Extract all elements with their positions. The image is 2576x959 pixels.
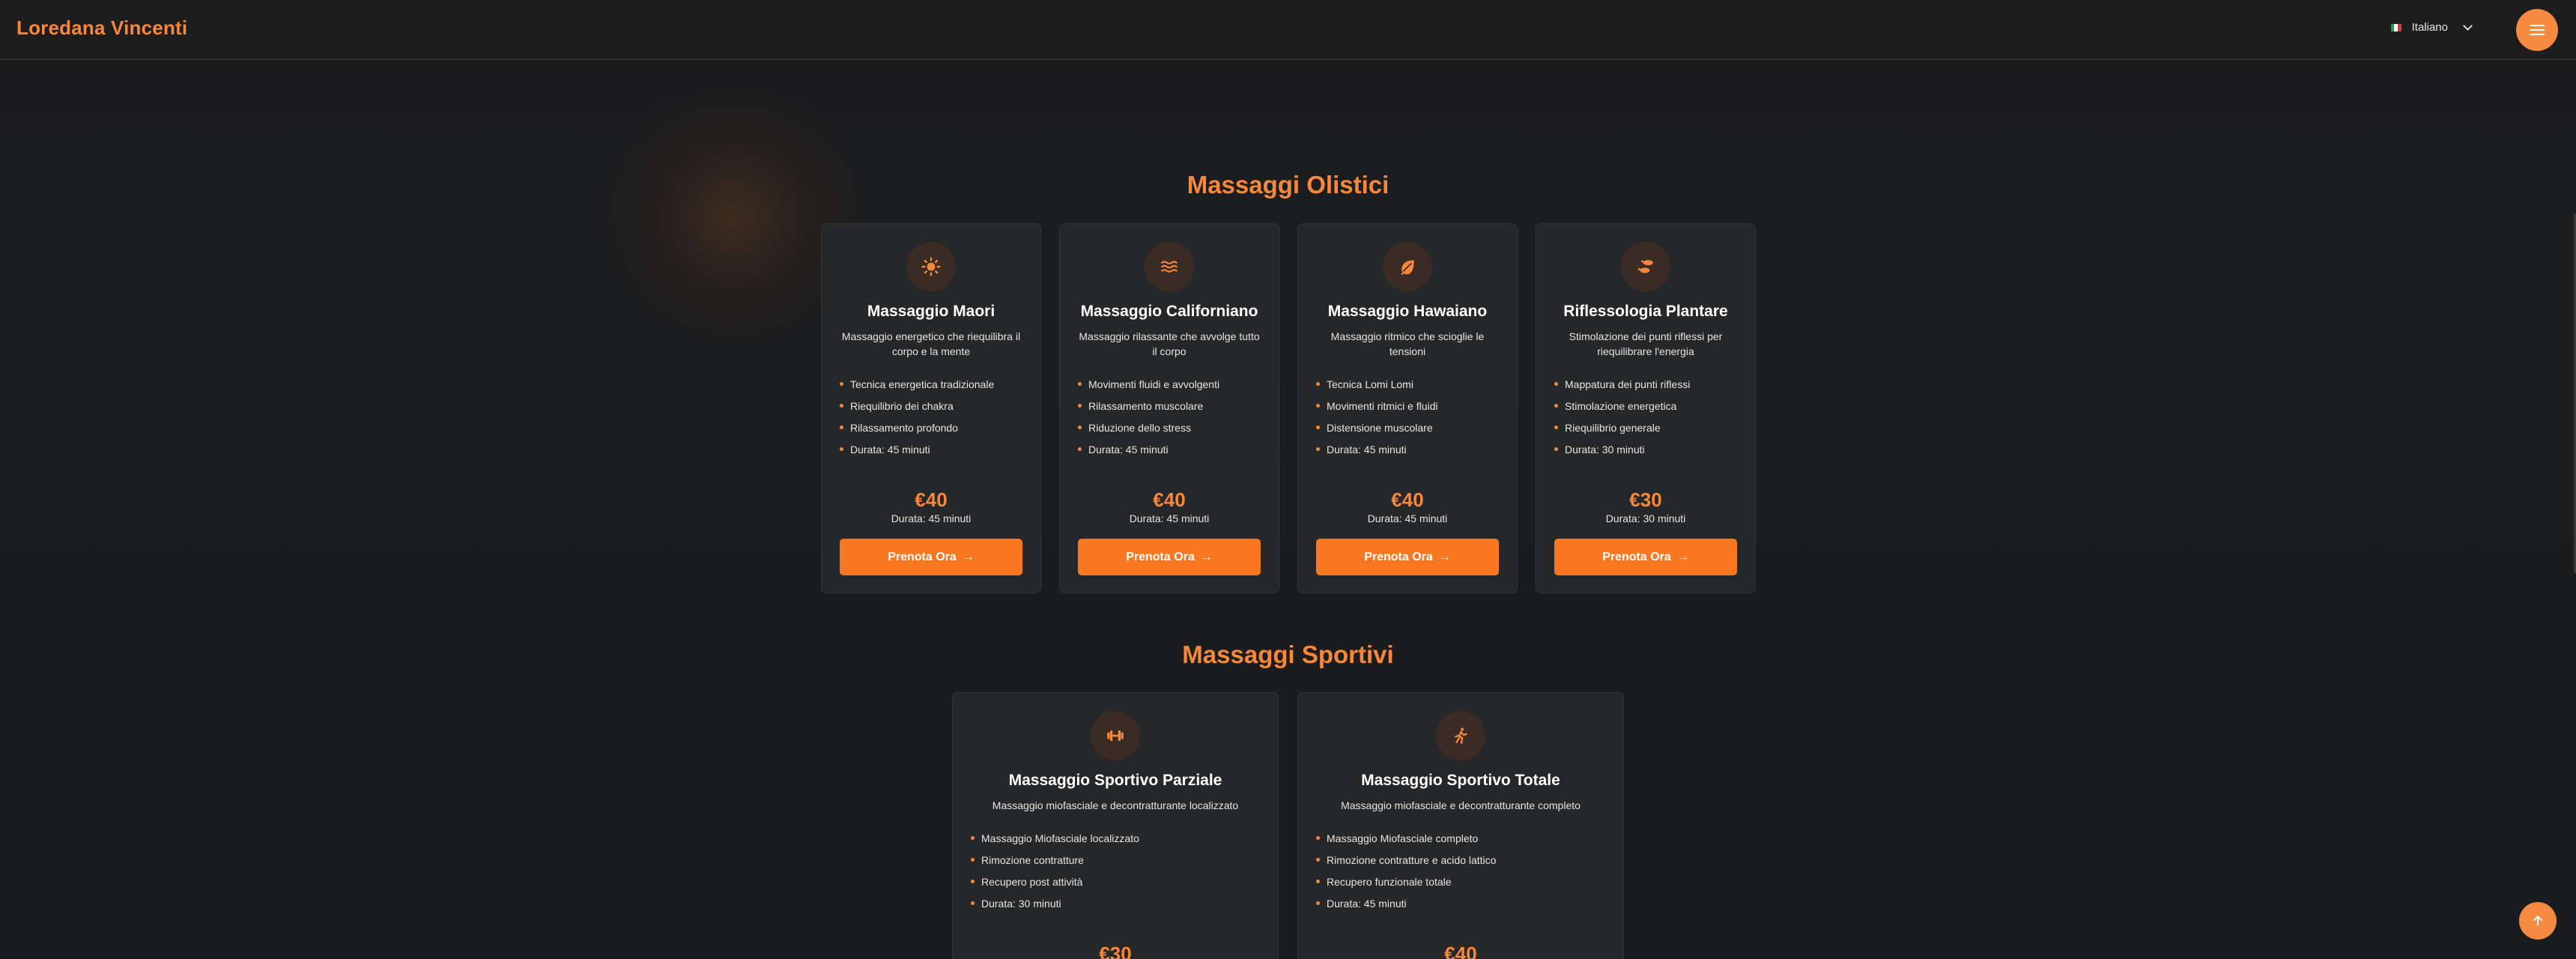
arrow-up-icon — [2533, 916, 2542, 926]
footprints-icon — [1621, 242, 1670, 291]
book-now-label: Prenota Ora — [1364, 550, 1433, 563]
feature-item: Massaggio Miofasciale completo — [1316, 832, 1611, 854]
card-description: Massaggio rilassante che avvolge tutto i… — [1079, 330, 1260, 357]
card-description: Stimolazione dei punti riflessi per rieq… — [1569, 330, 1723, 357]
feature-list: Tecnica energetica tradizionale Riequili… — [840, 378, 1028, 465]
card-duration: Durata: 45 minuti — [1129, 512, 1210, 524]
card-description: Massaggio ritmico che scioglie le tensio… — [1330, 330, 1485, 357]
service-card: Massaggio Maori Massaggio energetico che… — [821, 223, 1041, 593]
card-description: Massaggio miofasciale e decontratturante… — [1341, 799, 1581, 811]
hamburger-icon-line — [2530, 29, 2545, 31]
dumbbell-icon — [1091, 711, 1140, 760]
water-icon — [1145, 242, 1194, 291]
feature-item: Movimenti ritmici e fluidi — [1316, 400, 1505, 422]
section-title-sportivi: Massaggi Sportivi — [1182, 641, 1394, 668]
card-price: €40 — [1391, 488, 1424, 511]
site-header: Loredana Vincenti Italiano — [0, 0, 2576, 60]
card-title: Massaggio Sportivo Totale — [1361, 772, 1560, 789]
feature-list: Massaggio Miofasciale localizzato Rimozi… — [971, 832, 1266, 919]
sun-icon — [906, 242, 956, 291]
card-price: €30 — [1099, 943, 1132, 959]
book-now-button[interactable]: Prenota Ora → — [1554, 539, 1737, 575]
hamburger-icon — [2530, 25, 2545, 26]
book-now-button[interactable]: Prenota Ora → — [1078, 539, 1261, 575]
card-price: €40 — [915, 488, 948, 511]
book-now-label: Prenota Ora — [1126, 550, 1195, 563]
menu-button[interactable] — [2516, 9, 2558, 51]
brand-logo[interactable]: Loredana Vincenti — [16, 16, 187, 40]
card-price: €30 — [1629, 488, 1662, 511]
card-title: Massaggio Sportivo Parziale — [1008, 772, 1222, 789]
card-title: Massaggio Californiano — [1080, 303, 1258, 320]
book-now-button[interactable]: Prenota Ora → — [840, 539, 1022, 575]
language-label: Italiano — [2411, 21, 2448, 34]
feature-item: Recupero post attività — [971, 876, 1266, 898]
language-selector[interactable]: Italiano — [2390, 20, 2473, 34]
feature-item: Movimenti fluidi e avvolgenti — [1078, 378, 1267, 400]
feature-item: Durata: 45 minuti — [1316, 444, 1505, 465]
feature-item: Mappatura dei punti riflessi — [1554, 378, 1743, 400]
service-card: Massaggio Sportivo Totale Massaggio miof… — [1297, 692, 1624, 959]
card-price: €40 — [1153, 488, 1186, 511]
page: Loredana Vincenti Italiano Massaggi Olis… — [0, 0, 2576, 959]
feature-item: Durata: 45 minuti — [840, 444, 1028, 465]
book-now-button[interactable]: Prenota Ora → — [1316, 539, 1499, 575]
chevron-down-icon — [2463, 20, 2473, 31]
book-now-label: Prenota Ora — [1602, 550, 1671, 563]
leaf-icon — [1383, 242, 1432, 291]
feature-item: Massaggio Miofasciale localizzato — [971, 832, 1266, 854]
card-title: Riflessologia Plantare — [1563, 303, 1728, 320]
feature-item: Rilassamento profondo — [840, 422, 1028, 444]
scroll-to-top-button[interactable] — [2519, 902, 2557, 940]
arrow-right-icon: → — [1676, 550, 1689, 563]
card-duration: Durata: 30 minuti — [1605, 512, 1686, 524]
feature-item: Riduzione dello stress — [1078, 422, 1267, 444]
feature-item: Durata: 45 minuti — [1316, 898, 1611, 919]
italy-flag-icon — [2390, 23, 2401, 31]
arrow-right-icon: → — [962, 550, 975, 563]
feature-item: Recupero funzionale totale — [1316, 876, 1611, 898]
feature-item: Rimozione contratture — [971, 854, 1266, 876]
service-card: Riflessologia Plantare Stimolazione dei … — [1536, 223, 1756, 593]
service-card: Massaggio Californiano Massaggio rilassa… — [1059, 223, 1279, 593]
feature-item: Riequilibrio generale — [1554, 422, 1743, 444]
feature-item: Riequilibrio dei chakra — [840, 400, 1028, 422]
feature-item: Durata: 30 minuti — [1554, 444, 1743, 465]
feature-item: Durata: 45 minuti — [1078, 444, 1267, 465]
runner-icon — [1436, 711, 1485, 760]
feature-item: Tecnica Lomi Lomi — [1316, 378, 1505, 400]
feature-item: Stimolazione energetica — [1554, 400, 1743, 422]
arrow-right-icon: → — [1438, 550, 1451, 563]
feature-item: Rimozione contratture e acido lattico — [1316, 854, 1611, 876]
card-duration: Durata: 45 minuti — [1367, 512, 1448, 524]
service-card: Massaggio Hawaiano Massaggio ritmico che… — [1297, 223, 1518, 593]
card-description: Massaggio energetico che riequilibra il … — [841, 330, 1021, 357]
feature-item: Rilassamento muscolare — [1078, 400, 1267, 422]
card-title: Massaggio Maori — [867, 303, 995, 320]
arrow-right-icon: → — [1200, 550, 1213, 563]
service-card: Massaggio Sportivo Parziale Massaggio mi… — [952, 692, 1279, 959]
card-title: Massaggio Hawaiano — [1327, 303, 1488, 320]
section-title-olistici: Massaggi Olistici — [1187, 171, 1389, 199]
hamburger-icon-line — [2530, 34, 2545, 35]
feature-list: Movimenti fluidi e avvolgenti Rilassamen… — [1078, 378, 1267, 465]
feature-item: Distensione muscolare — [1316, 422, 1505, 444]
card-description: Massaggio miofasciale e decontratturante… — [992, 799, 1239, 811]
feature-list: Massaggio Miofasciale completo Rimozione… — [1316, 832, 1611, 919]
feature-item: Tecnica energetica tradizionale — [840, 378, 1028, 400]
book-now-label: Prenota Ora — [888, 550, 957, 563]
feature-list: Tecnica Lomi Lomi Movimenti ritmici e fl… — [1316, 378, 1505, 465]
card-duration: Durata: 45 minuti — [891, 512, 972, 524]
feature-item: Durata: 30 minuti — [971, 898, 1266, 919]
feature-list: Mappatura dei punti riflessi Stimolazion… — [1554, 378, 1743, 465]
card-price: €40 — [1444, 943, 1477, 959]
